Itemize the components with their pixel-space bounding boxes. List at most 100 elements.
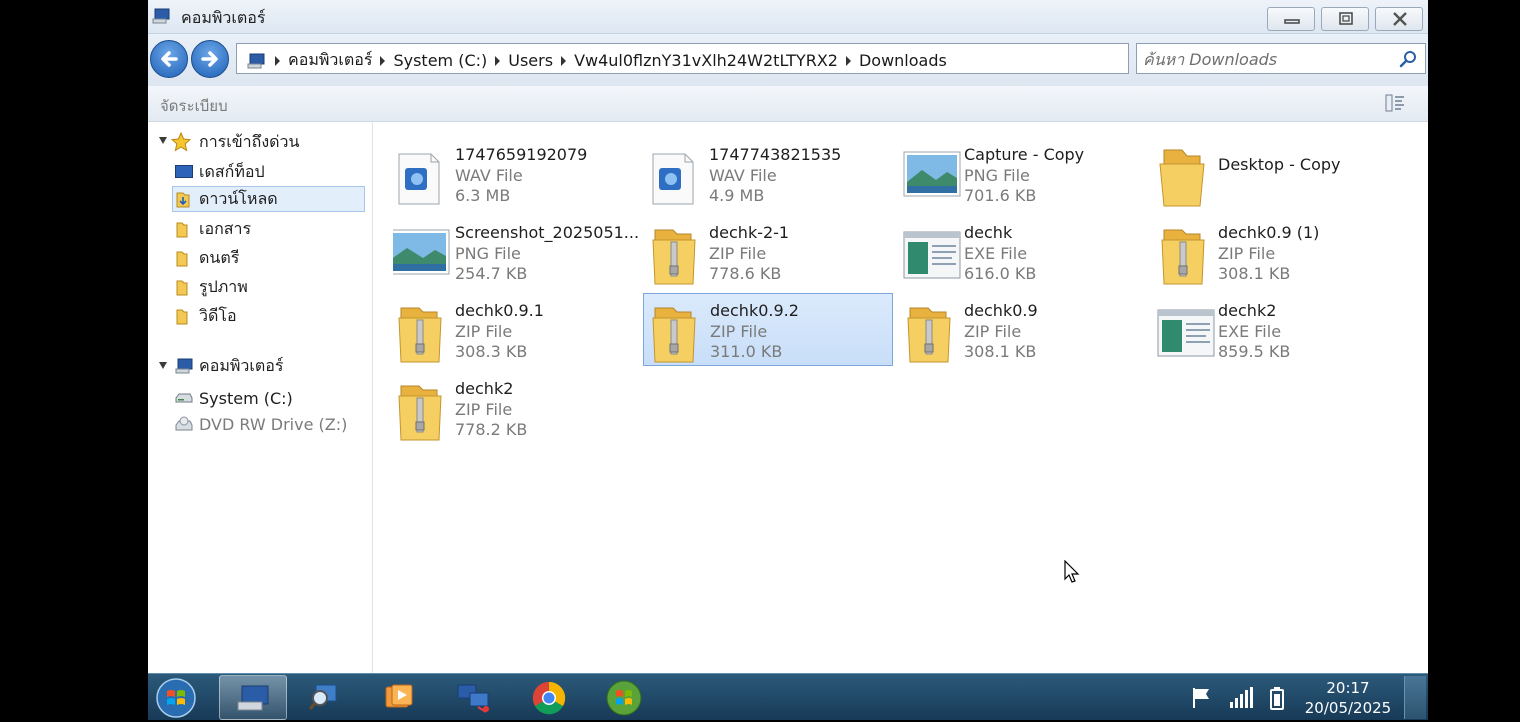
file-item[interactable]: Capture - Copy PNG File 701.6 KB xyxy=(902,142,1152,215)
videos-icon xyxy=(176,309,188,325)
computer-icon xyxy=(247,53,265,68)
file-item[interactable]: Screenshot_2025051... PNG File 254.7 KB xyxy=(393,220,643,293)
file-item[interactable]: 1747659192079 WAV File 6.3 MB xyxy=(393,142,643,215)
breadcrumb-item-computer[interactable]: คอมพิวเตอร์ xyxy=(288,48,372,73)
file-item[interactable]: dechk2 ZIP File 778.2 KB xyxy=(393,376,643,449)
layout-options-icon[interactable] xyxy=(1384,93,1406,113)
signal-icon[interactable] xyxy=(1228,686,1254,710)
drive-icon xyxy=(175,393,193,403)
windows-orb-app-icon xyxy=(606,680,642,716)
file-name: dechk xyxy=(964,223,1013,242)
sidebar-item-pictures[interactable]: รูปภาพ xyxy=(148,274,373,300)
battery-icon[interactable] xyxy=(1269,686,1285,710)
sidebar-item-music[interactable]: ดนตรี xyxy=(148,245,373,271)
start-button[interactable] xyxy=(154,677,198,718)
audio-file-icon xyxy=(652,153,694,205)
pictures-icon xyxy=(176,280,188,296)
computer-icon xyxy=(152,8,170,24)
breadcrumb: คอมพิวเตอร์ System (C:) Users Vw4ul0flzn… xyxy=(247,48,947,73)
sidebar-item-label: System (C:) xyxy=(199,388,293,408)
file-type: WAV File xyxy=(455,166,523,185)
sidebar-item-computer[interactable]: คอมพิวเตอร์ xyxy=(148,353,373,379)
sidebar-item-downloads[interactable]: ดาวน์โหลด xyxy=(172,186,365,212)
sidebar-item-dvd-drive[interactable]: DVD RW Drive (Z:) xyxy=(148,411,373,437)
breadcrumb-item-system-c[interactable]: System (C:) xyxy=(393,51,487,70)
exe-file-icon xyxy=(903,231,961,279)
file-list[interactable]: 1747659192079 WAV File 6.3 MB 1747743821… xyxy=(374,122,1428,673)
file-item[interactable]: dechk EXE File 616.0 KB xyxy=(902,220,1152,293)
sidebar-item-quick-access[interactable]: การเข้าถึงด่วน xyxy=(148,129,373,155)
taskbar-chrome[interactable] xyxy=(515,675,583,720)
file-name: dechk0.9.2 xyxy=(710,301,799,320)
taskbar-explorer[interactable] xyxy=(219,675,287,720)
sidebar-item-label: ดนตรี xyxy=(199,247,240,267)
music-icon xyxy=(176,251,188,267)
taskbar-windows-app[interactable] xyxy=(590,675,658,720)
chrome-icon xyxy=(532,681,566,715)
show-desktop-button[interactable] xyxy=(1404,676,1426,719)
organize-button[interactable]: จัดระเบียบ xyxy=(160,94,228,118)
documents-icon xyxy=(176,222,188,238)
file-size: 254.7 KB xyxy=(455,264,528,283)
search-icon[interactable] xyxy=(1399,50,1417,68)
chevron-right-icon[interactable] xyxy=(495,55,501,66)
maximize-button[interactable] xyxy=(1321,7,1369,31)
file-item[interactable]: dechk2 EXE File 859.5 KB xyxy=(1156,298,1406,371)
file-type: PNG File xyxy=(964,166,1030,185)
taskbar-media-player[interactable] xyxy=(364,675,432,720)
breadcrumb-item-user[interactable]: Vw4ul0flznY31vXlh24W2tLTYRX2 xyxy=(574,51,838,70)
file-name: 1747743821535 xyxy=(709,145,842,164)
file-name: dechk0.9.1 xyxy=(455,301,544,320)
minimize-button[interactable] xyxy=(1267,7,1315,31)
folder-icon xyxy=(1159,149,1205,207)
clock-time: 20:17 xyxy=(1326,679,1370,697)
sidebar-item-videos[interactable]: วิดีโอ xyxy=(148,303,373,329)
file-item[interactable]: dechk0.9 (1) ZIP File 308.1 KB xyxy=(1156,220,1406,293)
breadcrumb-item-downloads[interactable]: Downloads xyxy=(859,51,947,70)
search-box[interactable] xyxy=(1136,43,1426,74)
file-item[interactable]: dechk-2-1 ZIP File 778.6 KB xyxy=(647,220,897,293)
file-item-selected[interactable]: dechk0.9.2 ZIP File 311.0 KB xyxy=(643,293,893,366)
back-button[interactable] xyxy=(150,40,188,78)
back-arrow-icon xyxy=(161,51,178,67)
dvd-drive-icon xyxy=(175,416,193,431)
file-size: 308.1 KB xyxy=(964,342,1037,361)
mouse-cursor-icon xyxy=(1064,560,1080,583)
sidebar-item-documents[interactable]: เอกสาร xyxy=(148,216,373,242)
close-button[interactable] xyxy=(1375,7,1423,31)
folder-item[interactable]: Desktop - Copy xyxy=(1156,142,1406,215)
file-item[interactable]: dechk0.9.1 ZIP File 308.3 KB xyxy=(393,298,643,371)
file-type: ZIP File xyxy=(964,322,1022,341)
clock[interactable]: 20:17 20/05/2025 xyxy=(1298,678,1398,718)
taskbar-network[interactable] xyxy=(440,675,508,720)
sidebar-item-system-c[interactable]: System (C:) xyxy=(148,385,373,411)
file-name: dechk0.9 (1) xyxy=(1218,223,1320,242)
windows-start-icon xyxy=(156,678,196,718)
close-icon xyxy=(1393,12,1407,26)
zip-folder-icon xyxy=(652,307,696,363)
sidebar-item-label: คอมพิวเตอร์ xyxy=(199,355,284,375)
taskbar-search[interactable] xyxy=(290,675,358,720)
explorer-window: คอมพิวเตอร์ คอมพิวเตอร์ System (C:) User… xyxy=(148,0,1428,720)
file-size: 308.1 KB xyxy=(1218,264,1291,283)
title-bar[interactable]: คอมพิวเตอร์ xyxy=(148,0,1428,34)
exe-file-icon xyxy=(1157,309,1215,357)
address-bar[interactable]: คอมพิวเตอร์ System (C:) Users Vw4ul0flzn… xyxy=(236,43,1129,74)
file-name: Capture - Copy xyxy=(964,145,1085,164)
zip-folder-icon xyxy=(652,229,696,285)
search-input[interactable] xyxy=(1143,48,1393,70)
search-magnifier-icon xyxy=(308,684,337,710)
file-item[interactable]: dechk0.9 ZIP File 308.1 KB xyxy=(902,298,1152,371)
chevron-right-icon[interactable] xyxy=(561,55,567,66)
flag-icon[interactable] xyxy=(1190,686,1214,710)
chevron-right-icon[interactable] xyxy=(275,55,280,66)
file-item[interactable]: 1747743821535 WAV File 4.9 MB xyxy=(647,142,897,215)
forward-button[interactable] xyxy=(191,40,229,78)
chevron-right-icon[interactable] xyxy=(845,55,851,66)
zip-folder-icon xyxy=(907,307,951,363)
sidebar-item-label: เดสก์ท็อป xyxy=(199,161,265,181)
sidebar-item-desktop[interactable]: เดสก์ท็อป xyxy=(148,159,373,185)
taskbar: 20:17 20/05/2025 xyxy=(148,673,1428,720)
chevron-right-icon[interactable] xyxy=(380,55,386,66)
breadcrumb-item-users[interactable]: Users xyxy=(508,51,553,70)
